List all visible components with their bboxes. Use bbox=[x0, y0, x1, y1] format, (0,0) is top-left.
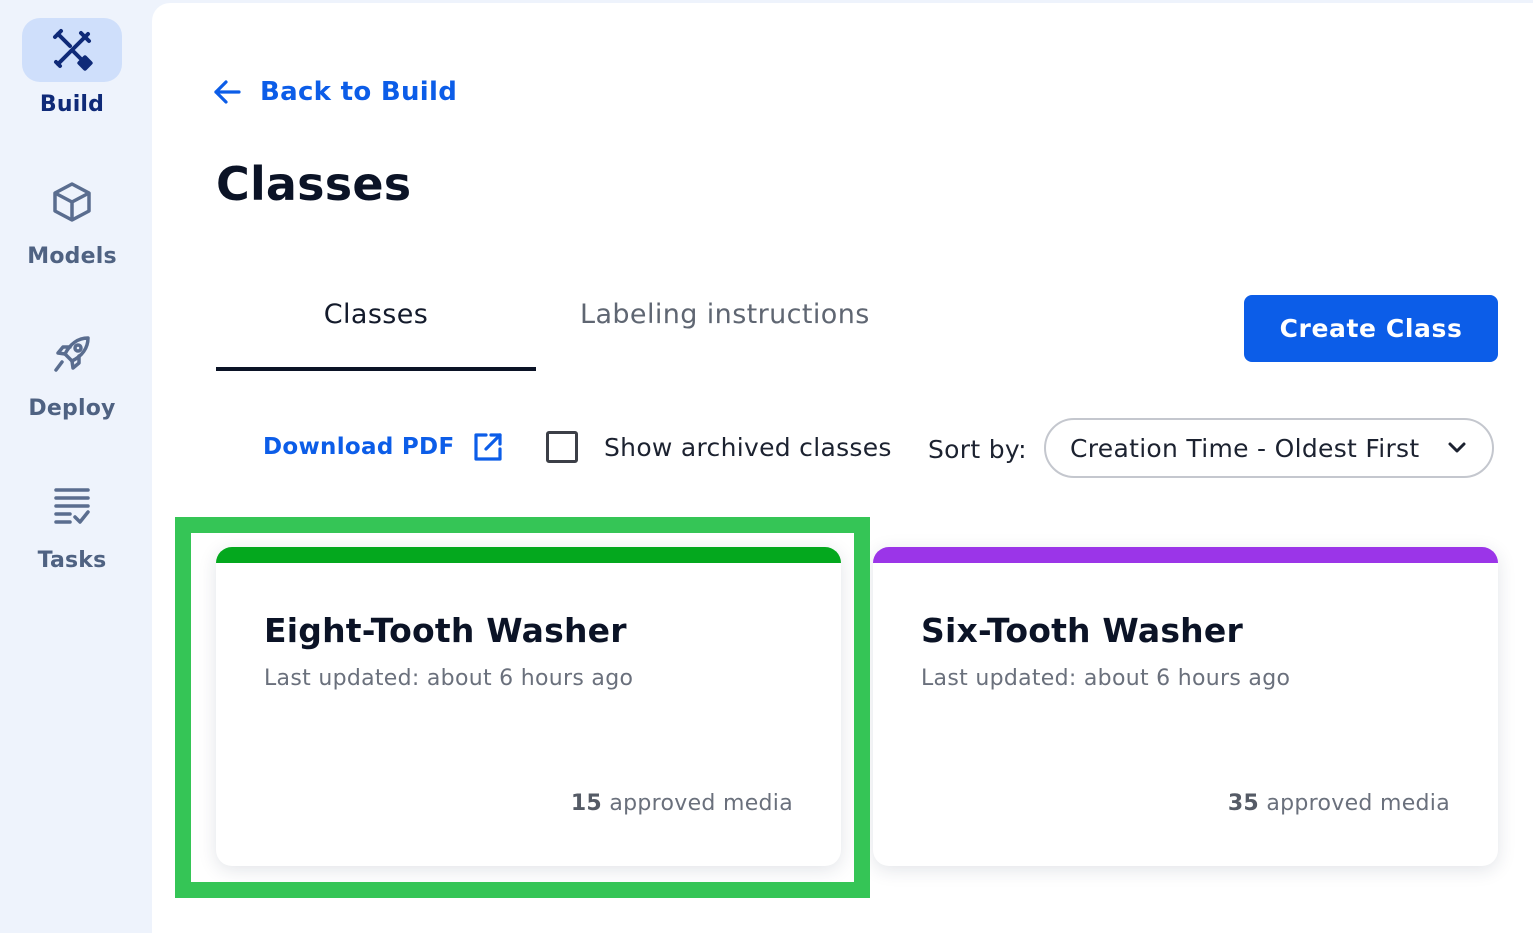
tools-icon bbox=[53, 29, 93, 71]
chevron-down-icon bbox=[1448, 442, 1466, 453]
class-color-bar bbox=[873, 547, 1498, 563]
sidebar-item-models[interactable]: Models bbox=[0, 170, 144, 269]
main-panel: Back to Build Classes Classes Labeling i… bbox=[152, 3, 1533, 933]
page-title: Classes bbox=[216, 157, 412, 211]
external-link-icon bbox=[474, 433, 503, 461]
class-name: Eight-Tooth Washer bbox=[264, 611, 627, 650]
nav-icon-container bbox=[22, 322, 122, 386]
show-archived-label: Show archived classes bbox=[604, 432, 892, 462]
back-link-label: Back to Build bbox=[260, 77, 458, 107]
approved-media-number: 15 bbox=[570, 791, 603, 816]
sidebar-item-tasks[interactable]: Tasks bbox=[0, 474, 144, 573]
rocket-icon bbox=[54, 336, 90, 372]
approved-media-count: 35 approved media bbox=[1228, 791, 1450, 816]
sidebar-item-label: Deploy bbox=[28, 396, 116, 421]
sidebar-item-build[interactable]: Build bbox=[0, 18, 144, 117]
class-card[interactable]: Eight-Tooth Washer Last updated: about 6… bbox=[216, 547, 841, 866]
sidebar-item-label: Models bbox=[27, 244, 117, 269]
create-class-button[interactable]: Create Class bbox=[1244, 295, 1498, 362]
class-last-updated: Last updated: about 6 hours ago bbox=[921, 666, 1291, 691]
sort-by-label: Sort by: bbox=[928, 435, 1027, 464]
class-last-updated: Last updated: about 6 hours ago bbox=[264, 666, 634, 691]
tab-labeling-instructions[interactable]: Labeling instructions bbox=[572, 299, 900, 367]
class-card[interactable]: Six-Tooth Washer Last updated: about 6 h… bbox=[873, 547, 1498, 866]
approved-media-number: 35 bbox=[1227, 791, 1260, 816]
show-archived-checkbox[interactable] bbox=[546, 431, 578, 463]
tab-classes[interactable]: Classes bbox=[216, 299, 536, 371]
class-color-bar bbox=[216, 547, 841, 563]
sort-dropdown[interactable]: Creation Time - Oldest First bbox=[1044, 418, 1494, 478]
show-archived-toggle: Show archived classes bbox=[546, 431, 892, 463]
sidebar-item-label: Build bbox=[39, 92, 105, 117]
arrow-left-icon bbox=[214, 80, 241, 104]
approved-media-suffix: approved media bbox=[602, 791, 793, 816]
sidebar-item-label: Tasks bbox=[37, 548, 107, 573]
nav-icon-container bbox=[22, 474, 122, 538]
sidebar: Build Models Deploy Tasks bbox=[0, 0, 152, 933]
approved-media-suffix: approved media bbox=[1259, 791, 1450, 816]
download-pdf-label: Download PDF bbox=[263, 434, 455, 460]
download-pdf-link[interactable]: Download PDF bbox=[263, 431, 504, 463]
nav-icon-container bbox=[22, 18, 122, 82]
nav-icon-container bbox=[22, 170, 122, 234]
cube-icon bbox=[53, 182, 91, 222]
sort-selected-value: Creation Time - Oldest First bbox=[1070, 433, 1420, 463]
tasks-list-icon bbox=[54, 488, 90, 524]
class-name: Six-Tooth Washer bbox=[921, 611, 1243, 650]
approved-media-count: 15 approved media bbox=[571, 791, 793, 816]
sidebar-item-deploy[interactable]: Deploy bbox=[0, 322, 144, 421]
back-to-build-link[interactable]: Back to Build bbox=[212, 77, 457, 107]
